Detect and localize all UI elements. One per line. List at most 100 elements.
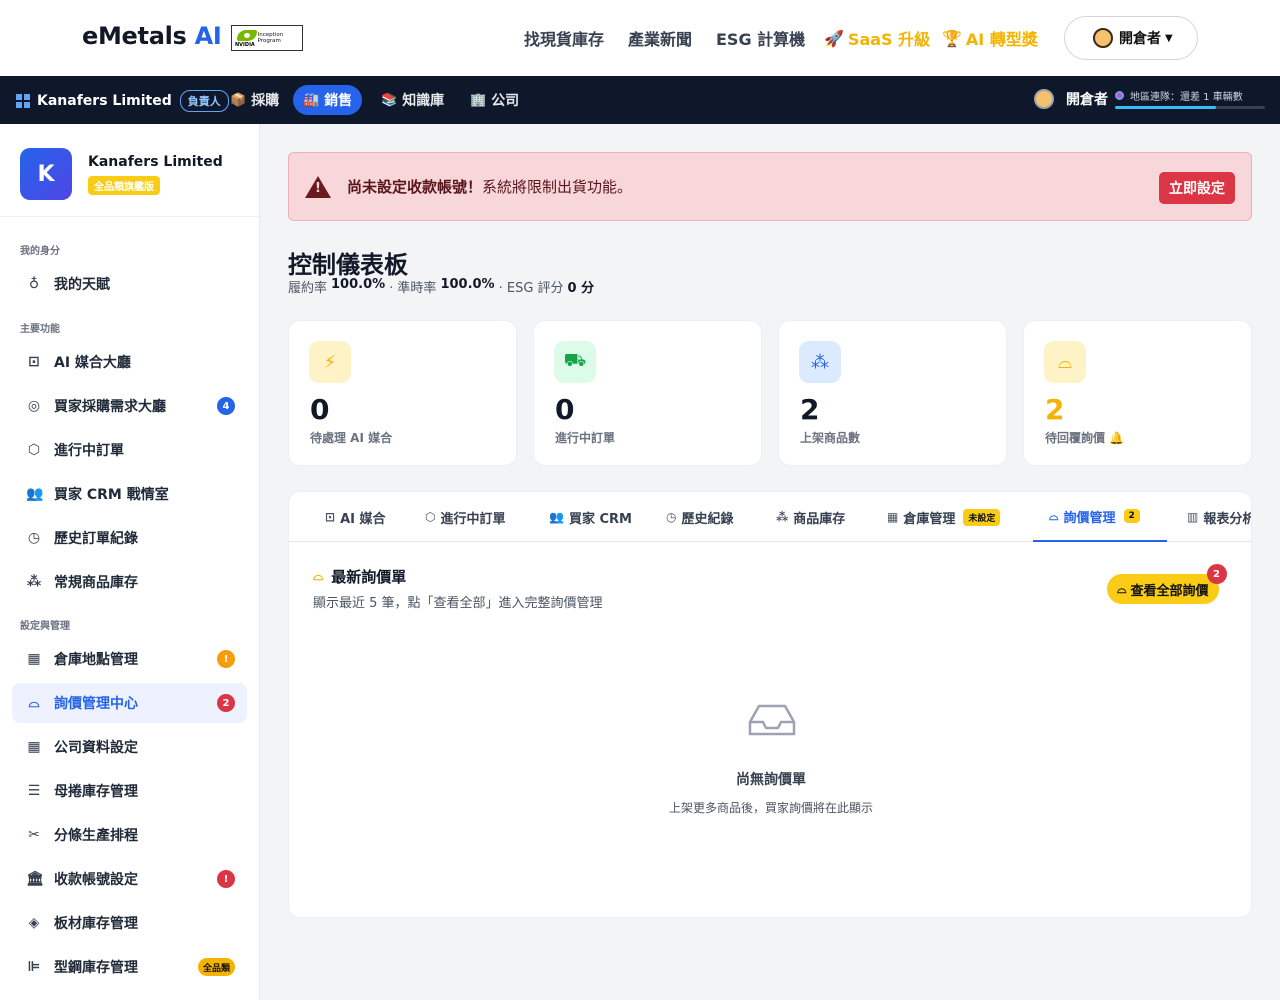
section-settings: 設定與管理	[20, 621, 70, 632]
nav-find-stock[interactable]: 找現貨庫存	[524, 28, 604, 49]
dashboard-grid-icon	[16, 94, 30, 108]
progress-fill	[1115, 106, 1216, 109]
stat-value: 2	[800, 393, 820, 426]
lightning-icon: ⚡	[309, 341, 351, 383]
sidebar-item-crm[interactable]: 👥 買家 CRM 戰情室	[12, 474, 247, 514]
building-icon: ▦	[887, 510, 899, 524]
tab-reports[interactable]: ▥ 報表分析	[1171, 492, 1251, 542]
brand-logo[interactable]: eMetals AI	[82, 22, 222, 50]
empty-title: 尚無詢價單	[736, 772, 806, 788]
section-title: ⌓ 最新詢價單	[313, 568, 407, 586]
tab-history[interactable]: ◷ 歷史紀錄	[650, 492, 750, 542]
tab-inventory[interactable]: ⁂ 商品庫存	[760, 492, 861, 542]
sidebar-item-ai-matching[interactable]: ⊡ AI 媒合大廳	[12, 342, 247, 382]
company-logo: K	[20, 148, 72, 200]
section-identity: 我的身分	[20, 246, 60, 257]
panel-tabs: ⊡ AI 媒合 ⬡ 進行中訂單 👥 買家 CRM ◷ 歷史紀錄 ⁂ 商品庫存 ▦ 倉庫管理未…	[289, 492, 1251, 542]
tab-company[interactable]: 🏢 公司	[460, 85, 529, 115]
workspace-company[interactable]: Kanafers Limited 負責人	[16, 90, 229, 112]
boxes-icon: ⁂	[26, 574, 42, 590]
sidebar-item-inquiry[interactable]: ⌓ 詢價管理中心 2	[12, 683, 247, 723]
inquiry-panel: ⊡ AI 媒合 ⬡ 進行中訂單 👥 買家 CRM ◷ 歷史紀錄 ⁂ 商品庫存 ▦ 倉庫管理未…	[288, 491, 1252, 918]
robot-icon: ⊡	[28, 354, 40, 370]
bank-icon: 🏛	[26, 871, 44, 887]
avatar	[1093, 28, 1113, 48]
scissors-icon: ✂	[28, 827, 40, 843]
stat-card-ai-matching[interactable]: ⚡ 0 待處理 AI 媒合	[288, 320, 517, 466]
sidebar-item-section-steel[interactable]: ⊫ 型鋼庫存管理 全品類	[12, 947, 247, 987]
count-badge: 4	[217, 397, 235, 415]
stat-value: 0	[310, 393, 330, 426]
view-all-inquiries-button[interactable]: ⌓ 查看全部詢價 2	[1107, 564, 1227, 604]
cube-icon: ⬡	[425, 510, 436, 524]
sidebar-item-coil-inventory[interactable]: ☰ 母捲庫存管理	[12, 771, 247, 811]
tab-ai-matching[interactable]: ⊡ AI 媒合	[309, 492, 402, 542]
tab-active-orders[interactable]: ⬡ 進行中訂單	[409, 492, 522, 542]
user-menu-button[interactable]: 開倉者 ▼	[1064, 16, 1198, 60]
region-progress: 地區連隊：還差 1 車輛數	[1115, 88, 1265, 109]
sidebar-item-payment-account[interactable]: 🏛 收款帳號設定!	[12, 859, 247, 899]
tab-knowledge[interactable]: 📚 知識庫	[371, 85, 454, 115]
stat-label: 待回覆詢價 🔔	[1045, 431, 1125, 445]
sidebar-item-slitting[interactable]: ✂ 分條生產排程	[12, 815, 247, 855]
tab-sales[interactable]: 🏭 銷售	[293, 85, 363, 115]
sidebar-item-active-orders[interactable]: ⬡ 進行中訂單	[12, 430, 247, 470]
empty-inbox-icon	[748, 704, 796, 736]
factory-icon: 🏭	[303, 92, 320, 108]
warning-badge: !	[217, 870, 235, 888]
stat-card-active-orders[interactable]: ⛟ 0 進行中訂單	[533, 320, 762, 466]
workspace-bar: Kanafers Limited 負責人 📦 採購 🏭 銷售 📚 知識庫 🏢 公司 開倉…	[0, 76, 1280, 124]
inbox-icon: ⌓	[1049, 508, 1059, 523]
rocket-icon: 🚀	[824, 28, 844, 48]
box-icon: 📦	[230, 92, 247, 108]
company-name: Kanafers Limited	[88, 154, 223, 170]
hierarchy-icon: ⊫	[27, 959, 41, 975]
building-icon: 🏢	[470, 92, 487, 108]
sidebar-item-history[interactable]: ◷ 歷史訂單紀錄	[12, 518, 247, 558]
stat-value: 2	[1045, 393, 1065, 426]
brand-ai: AI	[194, 22, 222, 50]
warning-badge: !	[217, 650, 235, 668]
brand-main: eMetals	[82, 22, 187, 50]
sidebar-item-buyer-demand[interactable]: ◎ 買家採購需求大廳 4	[12, 386, 247, 426]
inbox-icon: ⌓	[28, 695, 40, 711]
tab-warehouse[interactable]: ▦ 倉庫管理 未設定	[871, 492, 1016, 542]
avatar	[1034, 89, 1054, 109]
tab-purchase[interactable]: 📦 採購	[220, 85, 289, 115]
target-icon: ◎	[27, 398, 41, 414]
stat-label: 待處理 AI 媒合	[310, 431, 393, 445]
sidebar-item-company-settings[interactable]: ▦ 公司資料設定	[12, 727, 247, 767]
section-main: 主要功能	[20, 324, 60, 335]
status-badge: 未設定	[963, 508, 1001, 526]
tab-inquiry[interactable]: ⌓ 詢價管理 2	[1033, 492, 1167, 542]
stat-label: 上架商品數	[800, 431, 861, 445]
stat-card-pending-inquiries[interactable]: ⌓ 2 待回覆詢價 🔔	[1023, 320, 1252, 466]
status-dot-icon	[1115, 91, 1124, 100]
nav-saas-upgrade[interactable]: 🚀 SaaS 升級	[824, 28, 930, 50]
sidebar-item-inventory[interactable]: ⁂ 常規商品庫存	[12, 562, 247, 602]
building-icon: ▦	[27, 651, 41, 667]
empty-subtitle: 上架更多商品後，買家詢價將在此顯示	[668, 801, 873, 815]
alert-message: 尚未設定收款帳號！系統將限制出貨功能。	[347, 178, 633, 196]
nav-ai-award[interactable]: 🏆 AI 轉型獎	[942, 28, 1038, 50]
sidebar-item-plate-inventory[interactable]: ◈ 板材庫存管理	[12, 903, 247, 943]
nav-industry-news[interactable]: 產業新聞	[628, 28, 692, 49]
sidebar-item-talent[interactable]: ♁ 我的天賦	[12, 264, 247, 304]
workspace-user[interactable]: 開倉者	[1034, 89, 1108, 109]
nvidia-logo-icon: NVIDIA	[235, 29, 257, 48]
setup-now-button[interactable]: 立即設定	[1159, 172, 1235, 204]
sidebar-item-warehouse[interactable]: ▦ 倉庫地點管理!	[12, 639, 247, 679]
layers-icon: ◈	[28, 915, 40, 931]
truck-icon: ⛟	[554, 341, 596, 383]
stat-card-listed-products[interactable]: ⁂ 2 上架商品數	[778, 320, 1007, 466]
count-badge: 2	[1123, 509, 1140, 523]
people-icon: 👥	[26, 486, 44, 502]
boxes-icon: ⁂	[799, 341, 841, 383]
tab-buyer-crm[interactable]: 👥 買家 CRM	[533, 492, 648, 542]
inbox-icon: ⌓	[313, 569, 324, 584]
count-badge: 2	[217, 694, 235, 712]
sidebar: K Kanafers Limited 全品類旗艦版 我的身分 主要功能 設定與管…	[0, 124, 260, 1000]
nav-esg-calculator[interactable]: ESG 計算機	[716, 28, 805, 49]
caret-down-icon: ▼	[1165, 32, 1173, 44]
people-icon: 👥	[549, 510, 564, 524]
